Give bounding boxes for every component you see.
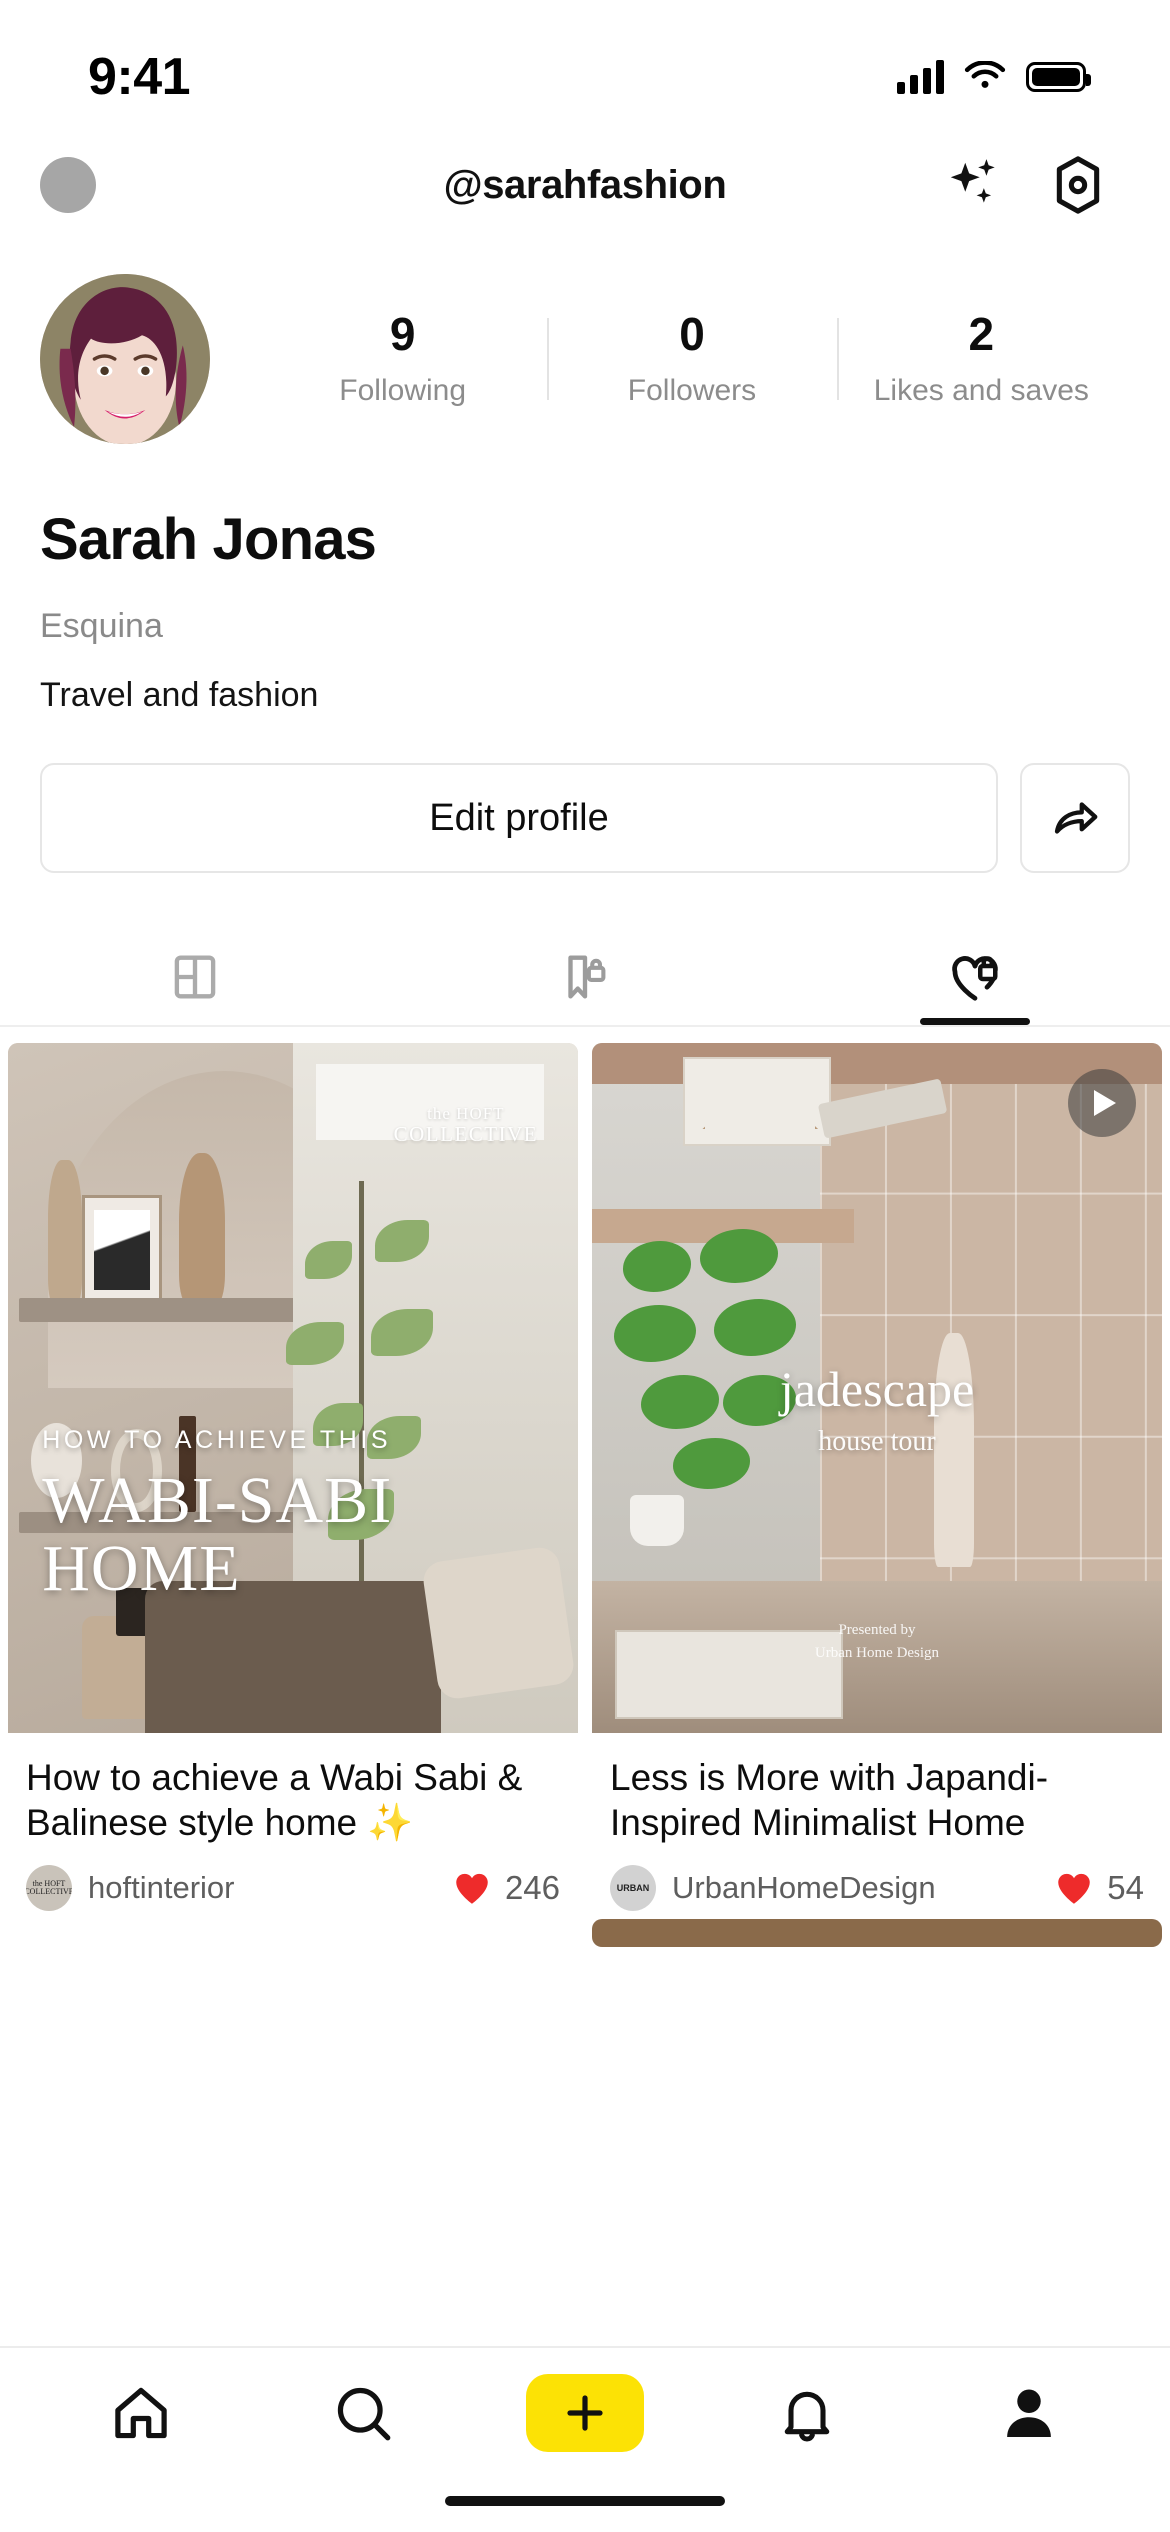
- battery-full-icon: [1026, 62, 1091, 92]
- overlay-title: jadescape: [779, 1361, 975, 1418]
- heart-filled-icon: [456, 1874, 488, 1904]
- nav-search-button[interactable]: [252, 2380, 474, 2446]
- watermark-line-2: COLLECTIVE: [393, 1121, 539, 1146]
- nav-notifications-button[interactable]: [696, 2381, 918, 2445]
- profile-display-name: Sarah Jonas: [40, 507, 377, 572]
- like-count: 54: [1107, 1869, 1144, 1907]
- author-avatar[interactable]: the HOFT COLLECTIVE: [26, 1865, 72, 1912]
- post-card[interactable]: the HOFT COLLECTIVE HOW TO ACHIEVE THIS …: [8, 1043, 578, 1920]
- post-artwork: [8, 1043, 578, 1733]
- feed-column-right: jadescape house tour Presented by Urban …: [592, 1043, 1162, 1948]
- post-likes[interactable]: 246: [451, 1867, 560, 1909]
- post-thumbnail[interactable]: the HOFT COLLECTIVE HOW TO ACHIEVE THIS …: [8, 1043, 578, 1733]
- nav-profile-button[interactable]: [918, 2381, 1140, 2445]
- grid-layout-icon: [174, 955, 216, 999]
- heart-filled-icon: [1058, 1874, 1091, 1904]
- post-overlay-text: jadescape house tour: [592, 1360, 1162, 1458]
- profile-summary-row: 9 Following 0 Followers 2 Likes and save…: [0, 230, 1170, 444]
- profile-photo[interactable]: [40, 274, 210, 444]
- profile-location: Esquina: [40, 607, 163, 645]
- post-presented-by: Presented by Urban Home Design: [592, 1619, 1162, 1664]
- status-time: 9:41: [88, 48, 191, 106]
- play-icon[interactable]: [1068, 1069, 1136, 1137]
- stat-followers[interactable]: 0 Followers: [547, 310, 836, 408]
- status-indicators: [897, 60, 1091, 94]
- active-tab-indicator: [919, 1018, 1030, 1025]
- tab-grid[interactable]: [0, 929, 390, 1025]
- stat-following[interactable]: 9 Following: [258, 310, 547, 408]
- overlay-title: WABI-SABI HOME: [42, 1464, 393, 1605]
- home-indicator: [445, 2496, 725, 2506]
- stat-label: Following: [339, 374, 467, 408]
- presented-line-2: Urban Home Design: [814, 1644, 940, 1661]
- next-post-peek: [592, 1919, 1162, 1948]
- sparkles-icon[interactable]: [942, 154, 1004, 216]
- overlay-kicker: HOW TO ACHIEVE THIS: [42, 1426, 392, 1455]
- plus-create-icon[interactable]: [526, 2374, 644, 2452]
- post-author[interactable]: UrbanHomeDesign: [672, 1870, 936, 1906]
- plus-icon: [567, 2395, 603, 2431]
- edit-profile-button[interactable]: Edit profile: [40, 763, 998, 873]
- stat-value: 9: [389, 307, 416, 360]
- author-avatar[interactable]: URBAN: [610, 1865, 656, 1912]
- nav-create-button[interactable]: [474, 2374, 696, 2452]
- person-profile-icon: [1007, 2389, 1051, 2437]
- watermark-line-1: the HOFT: [427, 1104, 505, 1124]
- post-footer: URBAN UrbanHomeDesign 54: [610, 1865, 1144, 1919]
- feed-column-left: the HOFT COLLECTIVE HOW TO ACHIEVE THIS …: [8, 1043, 578, 1947]
- heart-lock-icon: [952, 956, 998, 1001]
- bookmark-lock-icon: [568, 955, 606, 999]
- profile-actions: Edit profile: [0, 715, 1170, 873]
- like-count: 246: [504, 1869, 560, 1907]
- search-icon: [337, 2387, 391, 2441]
- overlay-subtitle: house tour: [818, 1426, 936, 1458]
- home-icon: [115, 2387, 167, 2439]
- wifi-icon: [964, 61, 1006, 88]
- nav-account-avatar-icon[interactable]: [40, 157, 96, 213]
- hexagon-settings-icon[interactable]: [1046, 153, 1110, 217]
- post-title: How to achieve a Wabi Sabi & Balinese st…: [26, 1757, 523, 1844]
- share-arrow-icon: [1054, 802, 1098, 834]
- stat-value: 2: [968, 307, 995, 360]
- stat-label: Likes and saves: [873, 374, 1089, 408]
- share-profile-button[interactable]: [1020, 763, 1130, 873]
- bell-notifications-icon: [784, 2391, 830, 2442]
- stat-likes-saves[interactable]: 2 Likes and saves: [836, 307, 1126, 408]
- post-author[interactable]: hoftinterior: [88, 1870, 234, 1906]
- profile-stats: 9 Following 0 Followers 2 Likes and save…: [258, 310, 1130, 408]
- profile-nav-header: @sarahfashion: [0, 140, 1170, 230]
- stat-value: 0: [679, 307, 705, 360]
- post-likes[interactable]: 54: [1053, 1867, 1144, 1909]
- nav-home-button[interactable]: [30, 2380, 252, 2446]
- post-thumbnail[interactable]: jadescape house tour Presented by Urban …: [592, 1043, 1162, 1733]
- post-watermark: the HOFT COLLECTIVE: [394, 1105, 538, 1145]
- profile-bio: Travel and fashion: [40, 676, 319, 714]
- tab-liked-private[interactable]: [780, 929, 1170, 1025]
- post-card[interactable]: jadescape house tour Presented by Urban …: [592, 1043, 1162, 1948]
- post-overlay-text: HOW TO ACHIEVE THIS WABI-SABI HOME: [42, 1426, 578, 1602]
- status-bar: 9:41: [0, 0, 1170, 140]
- presented-line-1: Presented by: [838, 1622, 916, 1638]
- tab-saved-private[interactable]: [390, 929, 780, 1025]
- saved-posts-feed: the HOFT COLLECTIVE HOW TO ACHIEVE THIS …: [0, 1027, 1170, 1948]
- cellular-signal-icon: [897, 60, 944, 94]
- profile-tabs: [0, 929, 1170, 1025]
- post-footer: the HOFT COLLECTIVE hoftinterior 246: [26, 1865, 560, 1919]
- stat-label: Followers: [627, 374, 757, 408]
- post-title: Less is More with Japandi-Inspired Minim…: [610, 1757, 1049, 1844]
- bottom-navigation-bar: [0, 2346, 1170, 2532]
